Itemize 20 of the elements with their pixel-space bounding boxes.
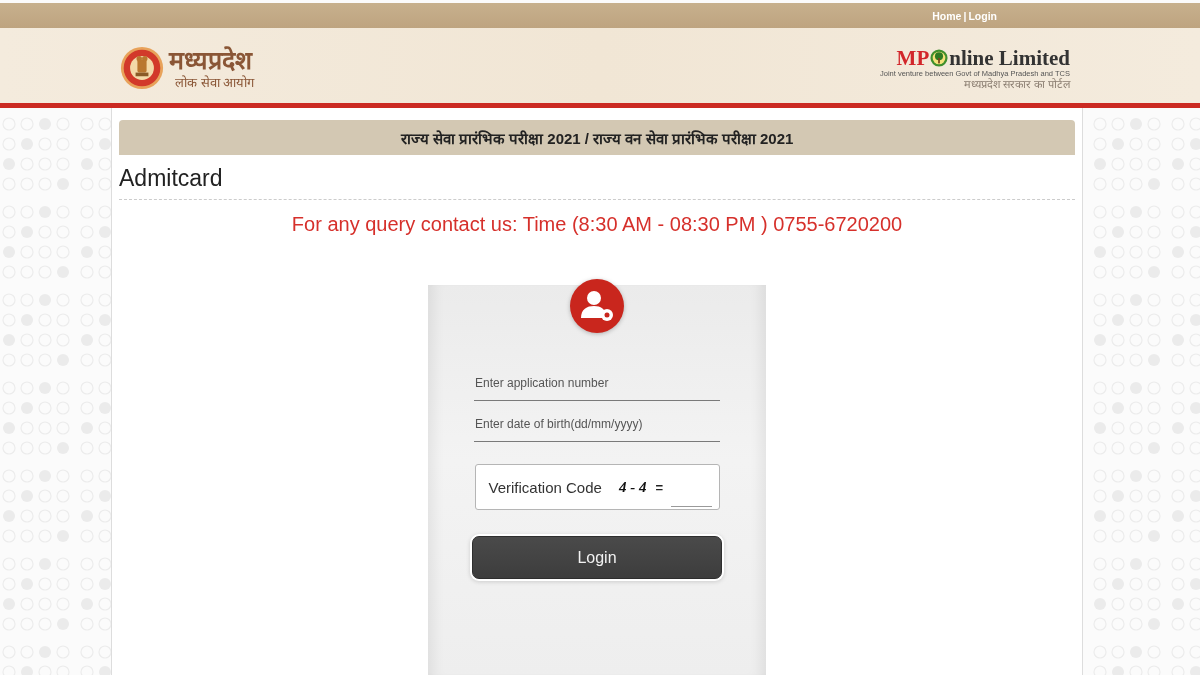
seal-icon <box>120 45 164 90</box>
exam-title-banner: राज्य सेवा प्रारंभिक परीक्षा 2021 / राज्य वन सेवा प्रारंभिक परीक्षा 2021 <box>119 120 1075 155</box>
tree-emblem-icon <box>930 48 949 67</box>
logo-subtitle: लोक सेवा आयोग <box>175 74 255 91</box>
input-field[interactable]: Enter date of birth(dd/mm/yyyy) <box>474 406 720 442</box>
input-field[interactable]: Enter application number <box>474 365 720 401</box>
user-key-icon <box>569 278 625 334</box>
page-title: Admitcard <box>119 164 223 193</box>
logo-subtitle: मध्यप्रदेश सरकार का पोर्टल <box>963 77 1070 91</box>
contact-notice: For any query contact us: Time (8:30 AM - 08:30 PM ) 0755-6720200 <box>291 212 903 237</box>
captcha-label: Verification Code <box>488 478 602 496</box>
logo-text: nline Limited <box>949 46 1070 69</box>
logo-text: MP <box>896 46 930 69</box>
nav-link[interactable]: Home <box>932 8 962 23</box>
logo-title: मध्यप्रदेश <box>169 44 252 75</box>
equals-sign: = <box>655 479 663 495</box>
link-separator: | <box>963 8 967 23</box>
nav-link[interactable]: Login <box>968 8 997 23</box>
captcha-question: 4 - 4 <box>618 478 647 496</box>
login-button[interactable]: Login <box>472 536 722 579</box>
